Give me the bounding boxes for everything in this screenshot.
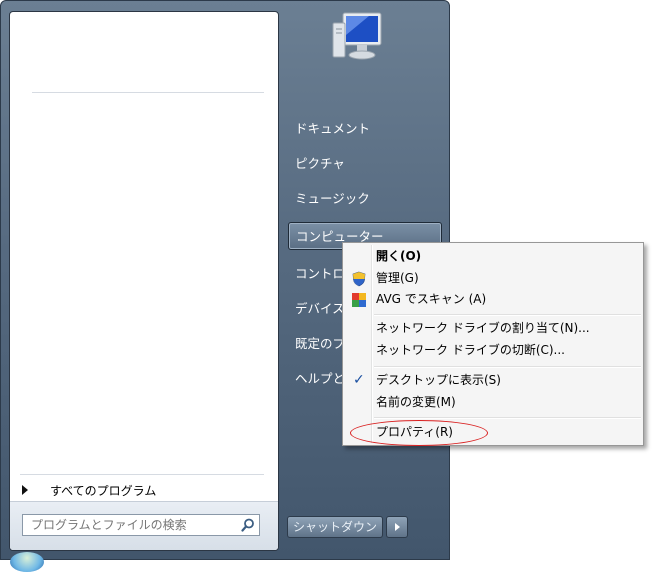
- search-area: [10, 501, 278, 550]
- computer-picture-icon: [329, 11, 385, 67]
- menu-item-disconnect-network-drive[interactable]: ネットワーク ドライブの切断(C)...: [345, 340, 641, 361]
- pictures-link[interactable]: ピクチャ: [288, 150, 442, 178]
- pinned-separator: [32, 92, 264, 93]
- menu-item-map-network-drive-label: ネットワーク ドライブの割り当て(N)...: [376, 321, 590, 335]
- menu-item-open[interactable]: 開く(O): [345, 246, 641, 267]
- shutdown-options-button[interactable]: [386, 516, 408, 538]
- pictures-label: ピクチャ: [295, 156, 345, 171]
- shield-icon: [351, 271, 367, 287]
- avg-icon: [351, 292, 367, 308]
- menu-item-avg-scan[interactable]: AVG でスキャン (A): [345, 289, 641, 310]
- arrow-right-icon: [22, 485, 28, 495]
- documents-link[interactable]: ドキュメント: [288, 115, 442, 143]
- shutdown-button[interactable]: シャットダウン: [287, 516, 383, 538]
- music-link[interactable]: ミュージック: [288, 185, 442, 213]
- menu-item-disconnect-network-drive-label: ネットワーク ドライブの切断(C)...: [376, 343, 566, 357]
- menu-item-properties-label: プロパティ(R): [376, 425, 453, 439]
- documents-label: ドキュメント: [295, 121, 371, 136]
- menu-item-properties[interactable]: プロパティ(R): [345, 422, 641, 443]
- menu-item-open-label: 開く(O): [376, 249, 422, 263]
- search-icon[interactable]: [237, 515, 259, 535]
- menu-separator: [374, 366, 641, 368]
- arrow-right-icon: [394, 523, 400, 531]
- programs-pane: すべてのプログラム: [9, 11, 279, 551]
- menu-item-manage[interactable]: 管理(G): [345, 268, 641, 289]
- menu-separator: [374, 314, 641, 316]
- start-orb-icon[interactable]: [10, 552, 44, 572]
- menu-item-rename-label: 名前の変更(M): [376, 395, 456, 409]
- search-input[interactable]: [23, 518, 237, 532]
- menu-item-show-on-desktop-label: デスクトップに表示(S): [376, 373, 501, 387]
- search-box[interactable]: [22, 514, 260, 536]
- menu-item-manage-label: 管理(G): [376, 271, 419, 285]
- menu-separator: [374, 417, 641, 419]
- checkmark-icon: ✓: [353, 372, 365, 388]
- menu-item-show-on-desktop[interactable]: ✓ デスクトップに表示(S): [345, 370, 641, 391]
- music-label: ミュージック: [295, 191, 370, 206]
- context-menu: 開く(O) 管理(G) AVG でスキャン (A) ネットワーク ドライブの割り…: [342, 242, 644, 446]
- menu-item-map-network-drive[interactable]: ネットワーク ドライブの割り当て(N)...: [345, 318, 641, 339]
- menu-item-rename[interactable]: 名前の変更(M): [345, 392, 641, 413]
- all-programs-label: すべてのプログラム: [50, 483, 157, 498]
- all-programs-separator: [20, 474, 264, 475]
- menu-item-avg-scan-label: AVG でスキャン (A): [376, 292, 487, 306]
- all-programs-button[interactable]: すべてのプログラム: [20, 479, 260, 501]
